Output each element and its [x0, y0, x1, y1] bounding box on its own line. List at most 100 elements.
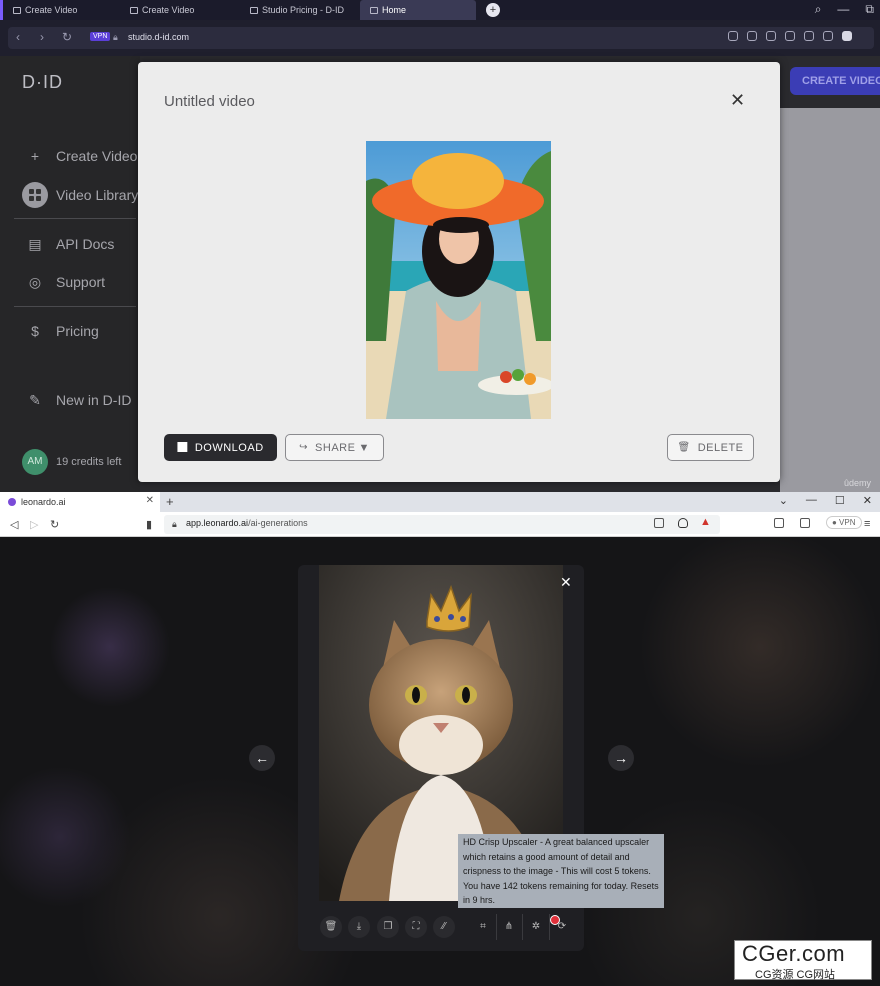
- sidebar-item-label: Video Library: [56, 187, 139, 203]
- url-text[interactable]: studio.d-id.com: [128, 32, 189, 42]
- browser-tab-active[interactable]: Home: [360, 0, 476, 20]
- leonardo-browser-window: leonardo.ai ✕ + ⌄ — ☐ ✕ ◁ ▷ ↻ ▮ 🔒︎ app.l…: [0, 492, 880, 986]
- sidebar-item-create-video[interactable]: + Create Video: [28, 148, 138, 164]
- extension-icons: [728, 31, 852, 41]
- tab-label: Home: [382, 5, 407, 15]
- document-icon: ▤: [28, 236, 42, 252]
- download-icon: ⬛︎: [177, 442, 188, 453]
- brave-shield-icon[interactable]: [678, 518, 688, 528]
- d-id-favicon-icon: [13, 6, 21, 14]
- sidebar-item-support[interactable]: ◎ Support: [28, 274, 105, 290]
- trash-icon: 🗑︎: [677, 442, 691, 453]
- close-icon[interactable]: ✕: [560, 574, 572, 591]
- dollar-icon: $: [31, 323, 39, 339]
- share-page-icon[interactable]: [728, 31, 738, 41]
- lock-icon: 🔒︎: [113, 32, 118, 42]
- maximize-button[interactable]: ☐: [835, 494, 845, 507]
- tab-label: leonardo.ai: [21, 497, 66, 507]
- udemy-watermark: ûdemy: [844, 478, 872, 488]
- grid-icon: [22, 182, 48, 208]
- sidebar-item-new-in-d-id[interactable]: ✎ New in D-ID: [28, 392, 131, 408]
- restore-button[interactable]: ⧉: [865, 2, 874, 17]
- reload-icon[interactable]: ↻: [50, 518, 59, 531]
- d-id-logo[interactable]: D·ID: [22, 72, 63, 93]
- browser-tab[interactable]: Studio Pricing - D-ID: [240, 0, 356, 20]
- back-icon[interactable]: ◁: [10, 518, 18, 531]
- account-credits[interactable]: AM 19 credits left: [22, 449, 121, 475]
- remove-bg-icon[interactable]: ⁄⁄: [433, 916, 455, 938]
- wallet-icon[interactable]: [800, 518, 810, 528]
- close-tab-icon[interactable]: ✕: [146, 495, 154, 506]
- sidebar-item-video-library[interactable]: Video Library: [22, 182, 139, 208]
- menu-icon[interactable]: ≡: [864, 518, 870, 530]
- sidebar-item-label: Pricing: [56, 323, 99, 339]
- upscaler-tooltip: HD Crisp Upscaler - A great balanced ups…: [458, 834, 664, 908]
- hd-icon[interactable]: ⋔: [498, 916, 520, 938]
- search-icon[interactable]: ⌕: [815, 2, 822, 17]
- tab-label: Studio Pricing - D-ID: [262, 5, 345, 15]
- sidebar-divider: [14, 218, 136, 219]
- copy-icon[interactable]: ❐: [377, 916, 399, 938]
- blocked-icon: [550, 915, 560, 925]
- minimize-button[interactable]: —: [806, 494, 817, 507]
- modal-title: Untitled video: [164, 93, 255, 110]
- previous-image-button[interactable]: ←: [249, 745, 275, 771]
- download-icon[interactable]: ⤓: [348, 916, 370, 938]
- sidebar-toggle-icon[interactable]: [774, 518, 784, 528]
- share-page-icon[interactable]: [654, 518, 664, 528]
- share-icon: ↪: [299, 442, 309, 453]
- tab-search-icon[interactable]: ⌄: [779, 494, 788, 507]
- trash-icon[interactable]: 🗑︎: [320, 916, 342, 938]
- settings-icon[interactable]: [823, 31, 833, 41]
- play-icon[interactable]: [785, 31, 795, 41]
- d-id-favicon-icon: [250, 6, 258, 14]
- vpn-badge[interactable]: VPN: [90, 32, 111, 41]
- delete-button[interactable]: 🗑︎ DELETE: [667, 434, 754, 461]
- browser-tab-bar: Create Video Create Video Studio Pricing…: [0, 0, 880, 20]
- close-icon[interactable]: ✕: [730, 90, 745, 110]
- browser-tab[interactable]: Create Video: [0, 0, 116, 20]
- bookmark-icon[interactable]: ▮: [146, 518, 152, 531]
- browser-tab-active[interactable]: leonardo.ai ✕: [0, 492, 160, 512]
- next-image-button[interactable]: →: [608, 745, 634, 771]
- close-window-button[interactable]: ✕: [863, 494, 872, 507]
- sidebar-item-pricing[interactable]: $ Pricing: [28, 323, 99, 339]
- download-button[interactable]: ⬛︎ DOWNLOAD: [164, 434, 277, 461]
- new-tab-button[interactable]: +: [486, 3, 500, 17]
- profile-icon[interactable]: [842, 31, 852, 41]
- forward-icon[interactable]: ›: [40, 30, 44, 44]
- video-modal: Untitled video ✕ ⬛︎ DOWNLOAD ↪ SHARE ▼ 🗑…: [138, 62, 780, 482]
- tab-label: Create Video: [142, 5, 195, 15]
- create-video-button[interactable]: CREATE VIDEO: [790, 67, 880, 95]
- toolbar-divider: [522, 914, 523, 940]
- share-label: SHARE: [315, 441, 356, 454]
- cger-watermark: CGer.com CG资源 CG网站: [734, 940, 872, 981]
- minimize-button[interactable]: —: [837, 2, 849, 17]
- new-tab-button[interactable]: +: [166, 494, 174, 509]
- brave-rewards-icon[interactable]: ▲: [700, 516, 711, 528]
- plus-icon: +: [30, 148, 40, 164]
- vpn-button[interactable]: ● VPN: [826, 516, 862, 529]
- url-text[interactable]: app.leonardo.ai/ai-generations: [186, 518, 308, 528]
- forward-icon[interactable]: ▷: [30, 518, 38, 531]
- back-icon[interactable]: ‹: [16, 30, 20, 44]
- d-id-favicon-icon: [130, 6, 138, 14]
- sidebar-item-label: New in D-ID: [56, 392, 132, 408]
- watermark-main: CGer.com: [742, 941, 846, 966]
- share-button[interactable]: ↪ SHARE ▼: [285, 434, 384, 461]
- upscale-icon[interactable]: ✲: [525, 916, 547, 938]
- sidebar-item-api-docs[interactable]: ▤ API Docs: [28, 236, 114, 252]
- browser-tab[interactable]: Create Video: [120, 0, 236, 20]
- crop-icon[interactable]: ⌗: [472, 916, 494, 938]
- reload-icon[interactable]: ↻: [62, 30, 72, 44]
- heart-icon[interactable]: [804, 31, 814, 41]
- expand-icon[interactable]: ⛶: [405, 916, 427, 938]
- tab-label: Create Video: [25, 5, 78, 15]
- sidebar-item-label: Support: [56, 274, 106, 290]
- screenshot: { "top_window": { "tabs": [ {"label": "C…: [0, 0, 880, 986]
- shield-icon[interactable]: [766, 31, 776, 41]
- video-thumbnail[interactable]: [366, 141, 551, 419]
- camera-icon[interactable]: [747, 31, 757, 41]
- sidebar-item-label: API Docs: [56, 236, 115, 252]
- main-content-overlay: [780, 108, 880, 492]
